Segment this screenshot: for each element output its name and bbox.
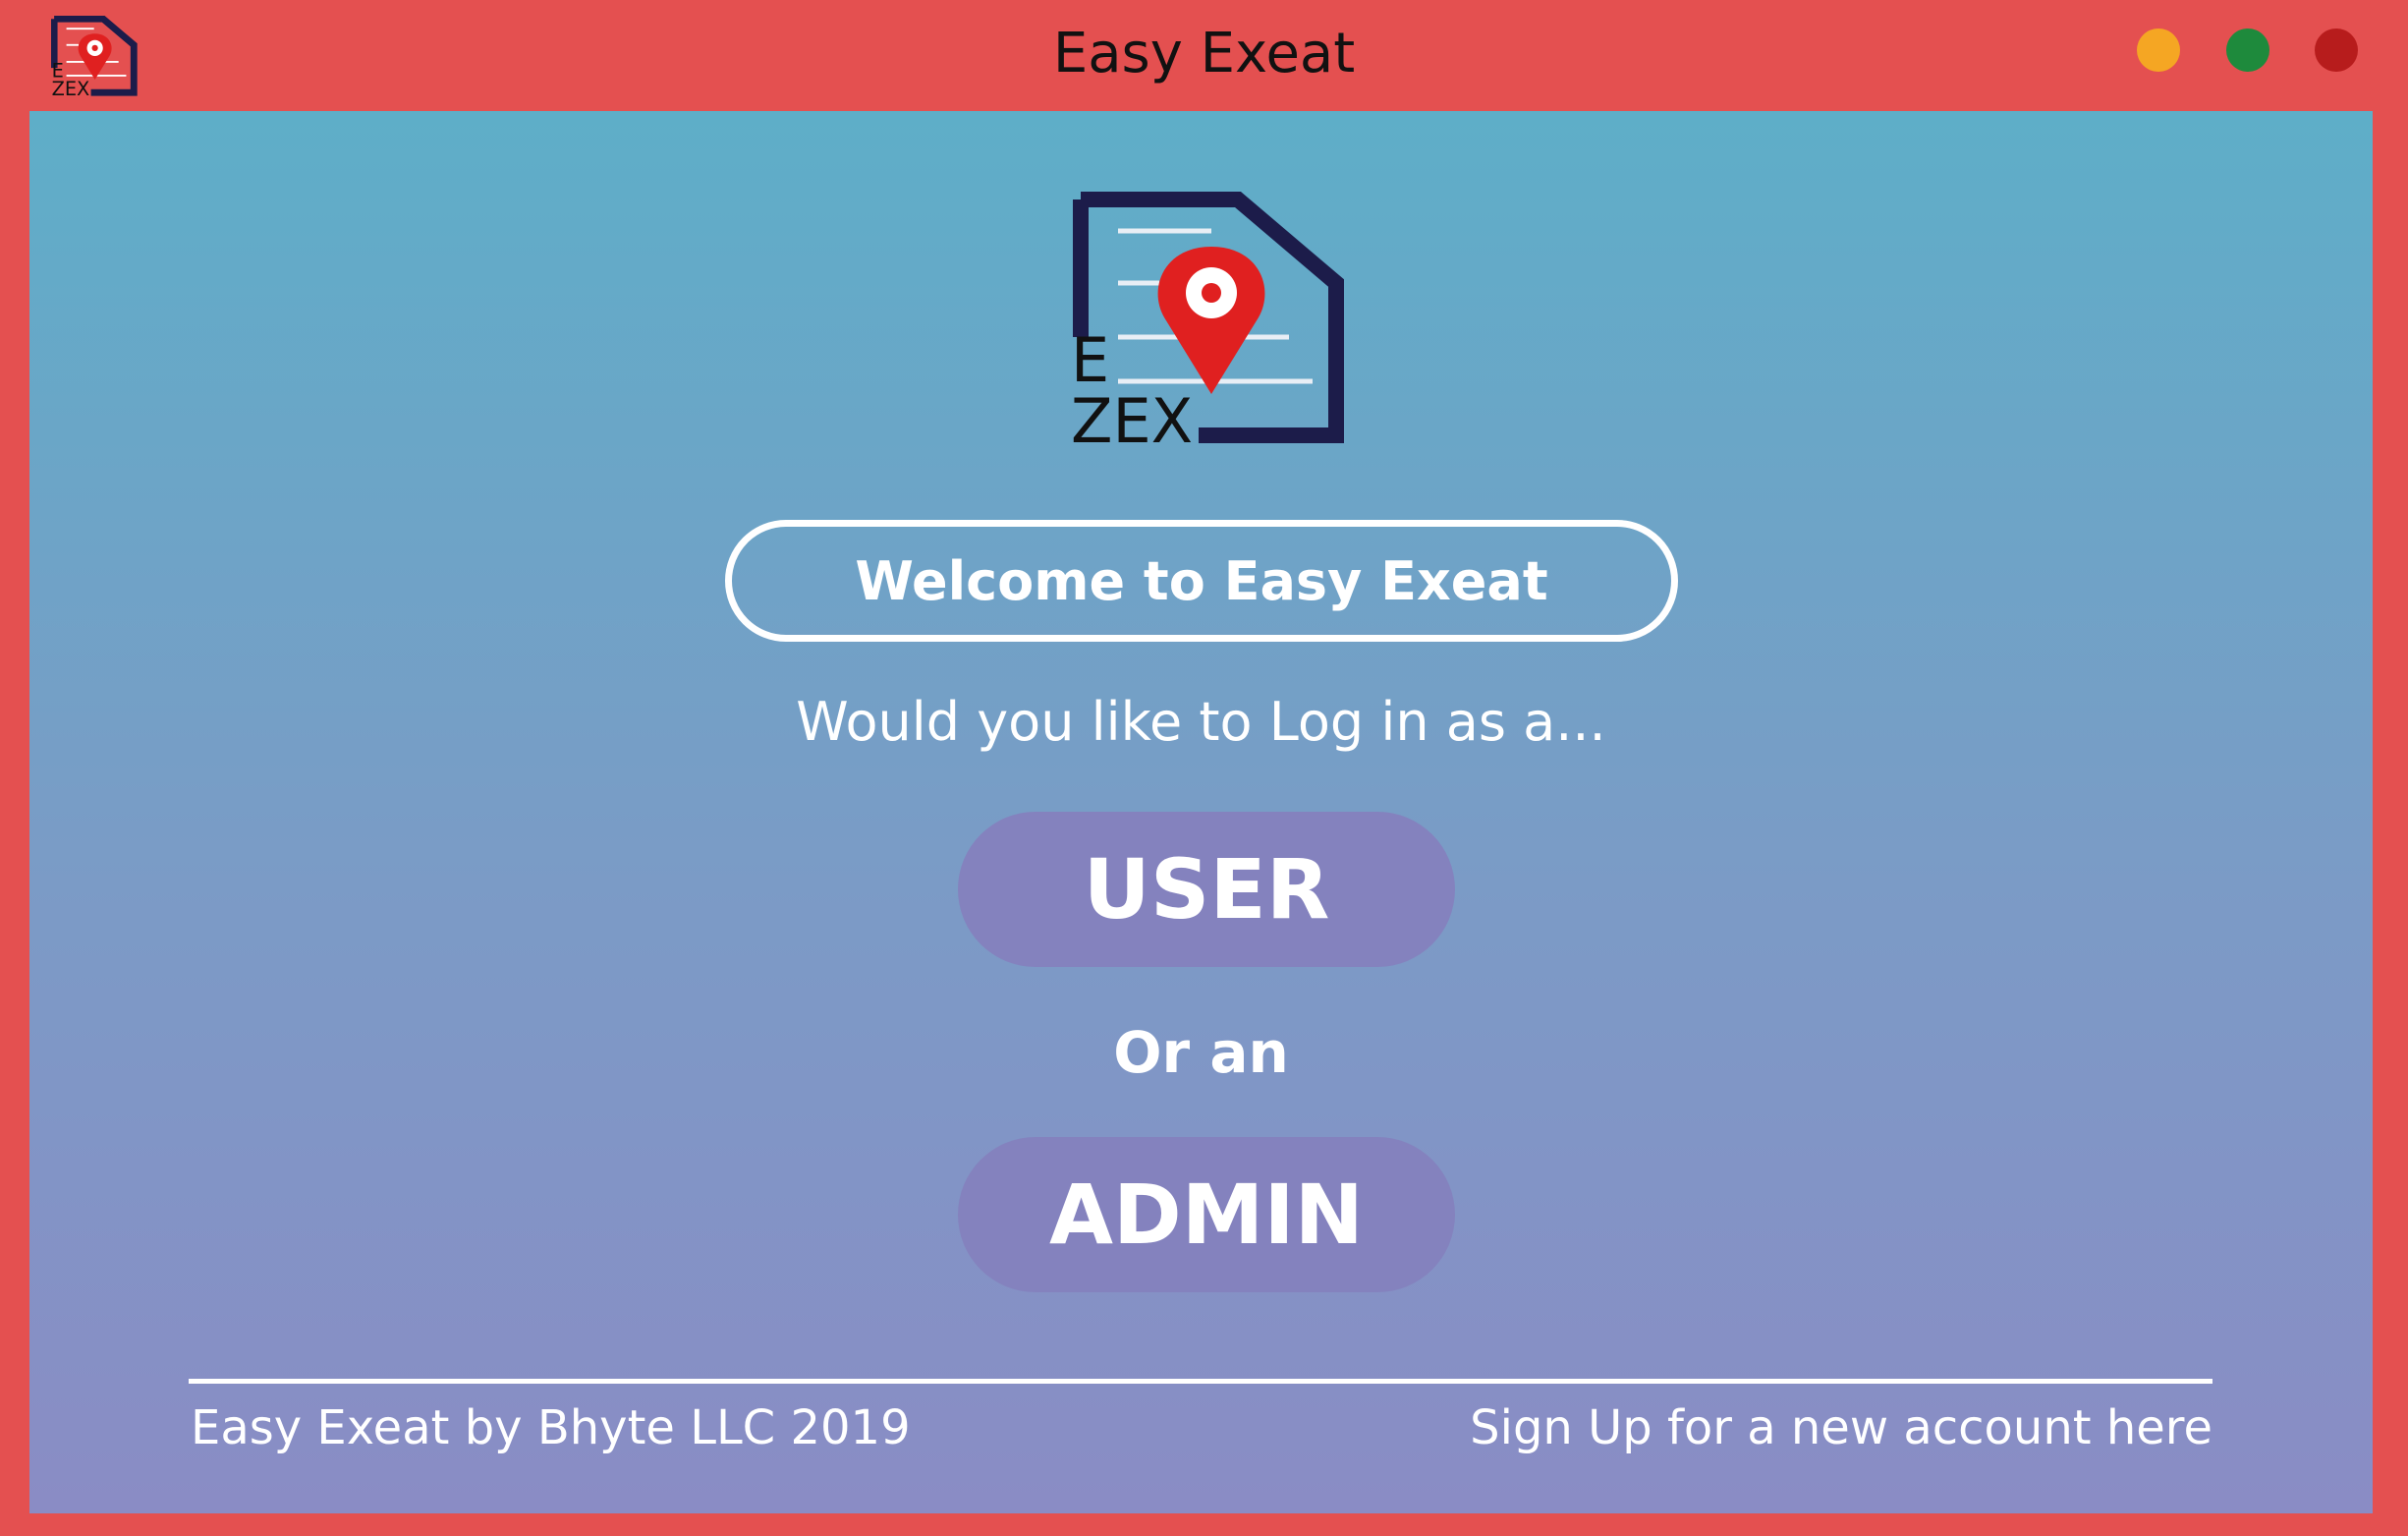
welcome-banner: Welcome to Easy Exeat: [725, 520, 1678, 642]
admin-button-label: ADMIN: [1049, 1166, 1364, 1263]
main-content: E ZEX Welcome to Easy Exeat Would you li…: [29, 111, 2373, 1513]
window-title: Easy Exeat: [1052, 22, 1356, 85]
svg-text:ZEX: ZEX: [1071, 385, 1193, 447]
app-window: E ZEX Easy Exeat E ZEX Welcome to Easy E…: [0, 0, 2408, 1536]
user-login-button[interactable]: USER: [958, 812, 1455, 967]
signup-link[interactable]: Sign Up for a new account here: [1470, 1400, 2212, 1455]
admin-login-button[interactable]: ADMIN: [958, 1137, 1455, 1292]
ezex-logo-icon: E ZEX: [1071, 192, 1344, 447]
copyright-text: Easy Exeat by Bhyte LLC 2019: [191, 1400, 911, 1455]
login-question: Would you like to Log in as a...: [796, 691, 1606, 753]
title-bar[interactable]: E ZEX Easy Exeat: [0, 0, 2408, 111]
close-button[interactable]: [2315, 28, 2358, 72]
minimize-button[interactable]: [2137, 28, 2180, 72]
footer-divider: [189, 1379, 2212, 1384]
or-separator: Or an: [1113, 1019, 1289, 1086]
user-button-label: USER: [1083, 841, 1330, 938]
welcome-text: Welcome to Easy Exeat: [855, 549, 1548, 612]
maximize-button[interactable]: [2226, 28, 2269, 72]
